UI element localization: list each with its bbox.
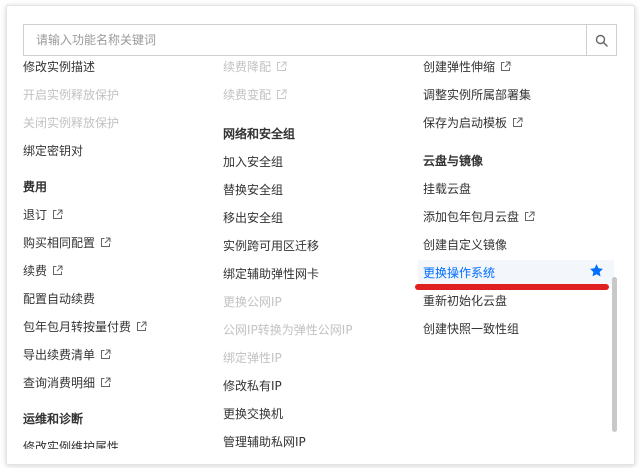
menu-item: 公网IP转换为弹性公网IP — [223, 320, 353, 340]
menu-item: 开启实例释放保护 — [23, 85, 119, 105]
menu-item-label: 退订 — [23, 208, 48, 222]
external-link-icon — [277, 89, 287, 99]
menu-item-label: 云盘与镜像 — [423, 154, 484, 168]
search-box — [23, 24, 617, 56]
menu-item-label: 更换操作系统 — [423, 266, 496, 280]
menu-item-label: 修改实例维护属性 — [23, 440, 120, 449]
menu-item[interactable]: 绑定密钥对 — [23, 141, 83, 161]
external-link-icon — [101, 237, 111, 247]
menu-item: 关闭实例释放保护 — [23, 113, 119, 133]
menu-item[interactable]: 修改私有IP — [223, 376, 282, 396]
menu-item: 绑定弹性IP — [223, 348, 282, 368]
menu-item[interactable]: 导出续费清单 — [23, 345, 111, 365]
menu-section-heading: 费用 — [23, 177, 47, 197]
menu-item[interactable]: 替换安全组 — [223, 180, 283, 200]
menu-item-label: 修改私有IP — [223, 379, 282, 393]
menu-section-heading: 运维和诊断 — [23, 409, 83, 429]
scrollbar-thumb[interactable] — [612, 277, 617, 432]
menu-item-label: 关闭实例释放保护 — [23, 116, 120, 130]
menu-item-label: 绑定密钥对 — [23, 144, 84, 158]
menu-item-label: 挂载云盘 — [423, 182, 472, 196]
menu-item-label: 替换安全组 — [223, 183, 284, 197]
menu-item[interactable]: 保存为启动模板 — [423, 113, 523, 133]
menu-item[interactable]: 包年包月转按量付费 — [23, 317, 147, 337]
menu-item-label: 费用 — [23, 180, 48, 194]
external-link-icon — [101, 377, 111, 387]
menu-item[interactable]: 调整实例所属部署集 — [423, 85, 531, 105]
menu-content: 修改实例描述开启实例释放保护 关闭实例释放保护 绑定密钥对费用退订购买相同配置 续费配… — [7, 57, 634, 449]
external-link-icon — [53, 265, 63, 275]
menu-item-label: 网络和安全组 — [223, 127, 296, 141]
menu-item[interactable]: 创建弹性伸缩 — [423, 57, 511, 77]
external-link-icon — [525, 211, 535, 221]
menu-item-label: 运维和诊断 — [23, 412, 84, 426]
menu-item-label: 包年包月转按量付费 — [23, 320, 132, 334]
red-underline-annotation — [415, 284, 609, 290]
menu-item[interactable]: 创建自定义镜像 — [423, 235, 507, 255]
menu-item[interactable]: 续费 — [23, 261, 63, 281]
menu-item[interactable]: 修改实例维护属性 — [23, 437, 119, 449]
menu-item-label: 实例跨可用区迁移 — [223, 239, 320, 253]
menu-item: 续费变配 — [223, 85, 287, 105]
menu-item[interactable]: 管理辅助私网IP — [223, 432, 306, 449]
menu-section-heading: 网络和安全组 — [223, 124, 295, 144]
external-link-icon — [137, 321, 147, 331]
menu-item[interactable]: 修改实例描述 — [23, 57, 95, 77]
menu-item-label: 移出安全组 — [223, 211, 284, 225]
menu-item-label: 修改实例描述 — [23, 60, 96, 74]
menu-item[interactable]: 查询消费明细 — [23, 373, 111, 393]
menu-item-label: 添加包年包月云盘 — [423, 210, 520, 224]
menu-item[interactable]: 添加包年包月云盘 — [423, 207, 535, 227]
search-button[interactable] — [586, 25, 616, 55]
external-link-icon — [101, 349, 111, 359]
menu-item-label: 调整实例所属部署集 — [423, 88, 532, 102]
menu-item-label: 保存为启动模板 — [423, 116, 508, 130]
menu-item[interactable]: 配置自动续费 — [23, 289, 95, 309]
menu-item[interactable]: 购买相同配置 — [23, 233, 111, 253]
menu-item-label: 更换交换机 — [223, 407, 284, 421]
menu-item: 续费降配 — [223, 57, 287, 77]
menu-item-label: 导出续费清单 — [23, 348, 96, 362]
menu-item[interactable]: 更换操作系统 — [423, 263, 495, 283]
external-link-icon — [53, 209, 63, 219]
menu-item-label: 续费降配 — [223, 60, 272, 74]
menu-item[interactable]: 创建快照一致性组 — [423, 319, 519, 339]
menu-item-label: 续费变配 — [223, 88, 272, 102]
menu-item-label: 创建弹性伸缩 — [423, 60, 496, 74]
menu-section-heading: 云盘与镜像 — [423, 151, 483, 171]
menu-item-label: 创建快照一致性组 — [423, 322, 520, 336]
menu-item[interactable]: 实例跨可用区迁移 — [223, 236, 319, 256]
menu-item: 更换公网IP — [223, 292, 282, 312]
menu-item-label: 公网IP转换为弹性公网IP — [223, 323, 353, 337]
menu-item[interactable]: 挂载云盘 — [423, 179, 471, 199]
search-icon — [595, 34, 608, 47]
menu-item-label: 绑定辅助弹性网卡 — [223, 267, 320, 281]
feature-menu-panel: 修改实例描述开启实例释放保护关闭实例释放保护绑定密钥对费用退订购买相同配置续费配… — [6, 5, 635, 465]
menu-item[interactable]: 绑定辅助弹性网卡 — [223, 264, 319, 284]
menu-item[interactable]: 重新初始化云盘 — [423, 291, 507, 311]
menu-item-label: 加入安全组 — [223, 155, 284, 169]
menu-item[interactable]: 加入安全组 — [223, 152, 283, 172]
menu-item[interactable]: 退订 — [23, 205, 63, 225]
menu-item-label: 配置自动续费 — [23, 292, 96, 306]
external-link-icon — [277, 61, 287, 71]
favorite-star-icon[interactable] — [589, 263, 604, 282]
menu-item[interactable]: 更换交换机 — [223, 404, 283, 424]
menu-item-label: 续费 — [23, 264, 48, 278]
menu-item[interactable]: 移出安全组 — [223, 208, 283, 228]
menu-item-label: 重新初始化云盘 — [423, 294, 508, 308]
menu-item-label: 管理辅助私网IP — [223, 435, 306, 449]
menu-item-label: 购买相同配置 — [23, 236, 96, 250]
menu-item-label: 查询消费明细 — [23, 376, 96, 390]
external-link-icon — [501, 61, 511, 71]
external-link-icon — [513, 117, 523, 127]
menu-item-label: 更换公网IP — [223, 295, 282, 309]
search-input[interactable] — [24, 25, 587, 55]
menu-item-label: 创建自定义镜像 — [423, 238, 508, 252]
menu-item-label: 开启实例释放保护 — [23, 88, 120, 102]
menu-item-label: 绑定弹性IP — [223, 351, 282, 365]
